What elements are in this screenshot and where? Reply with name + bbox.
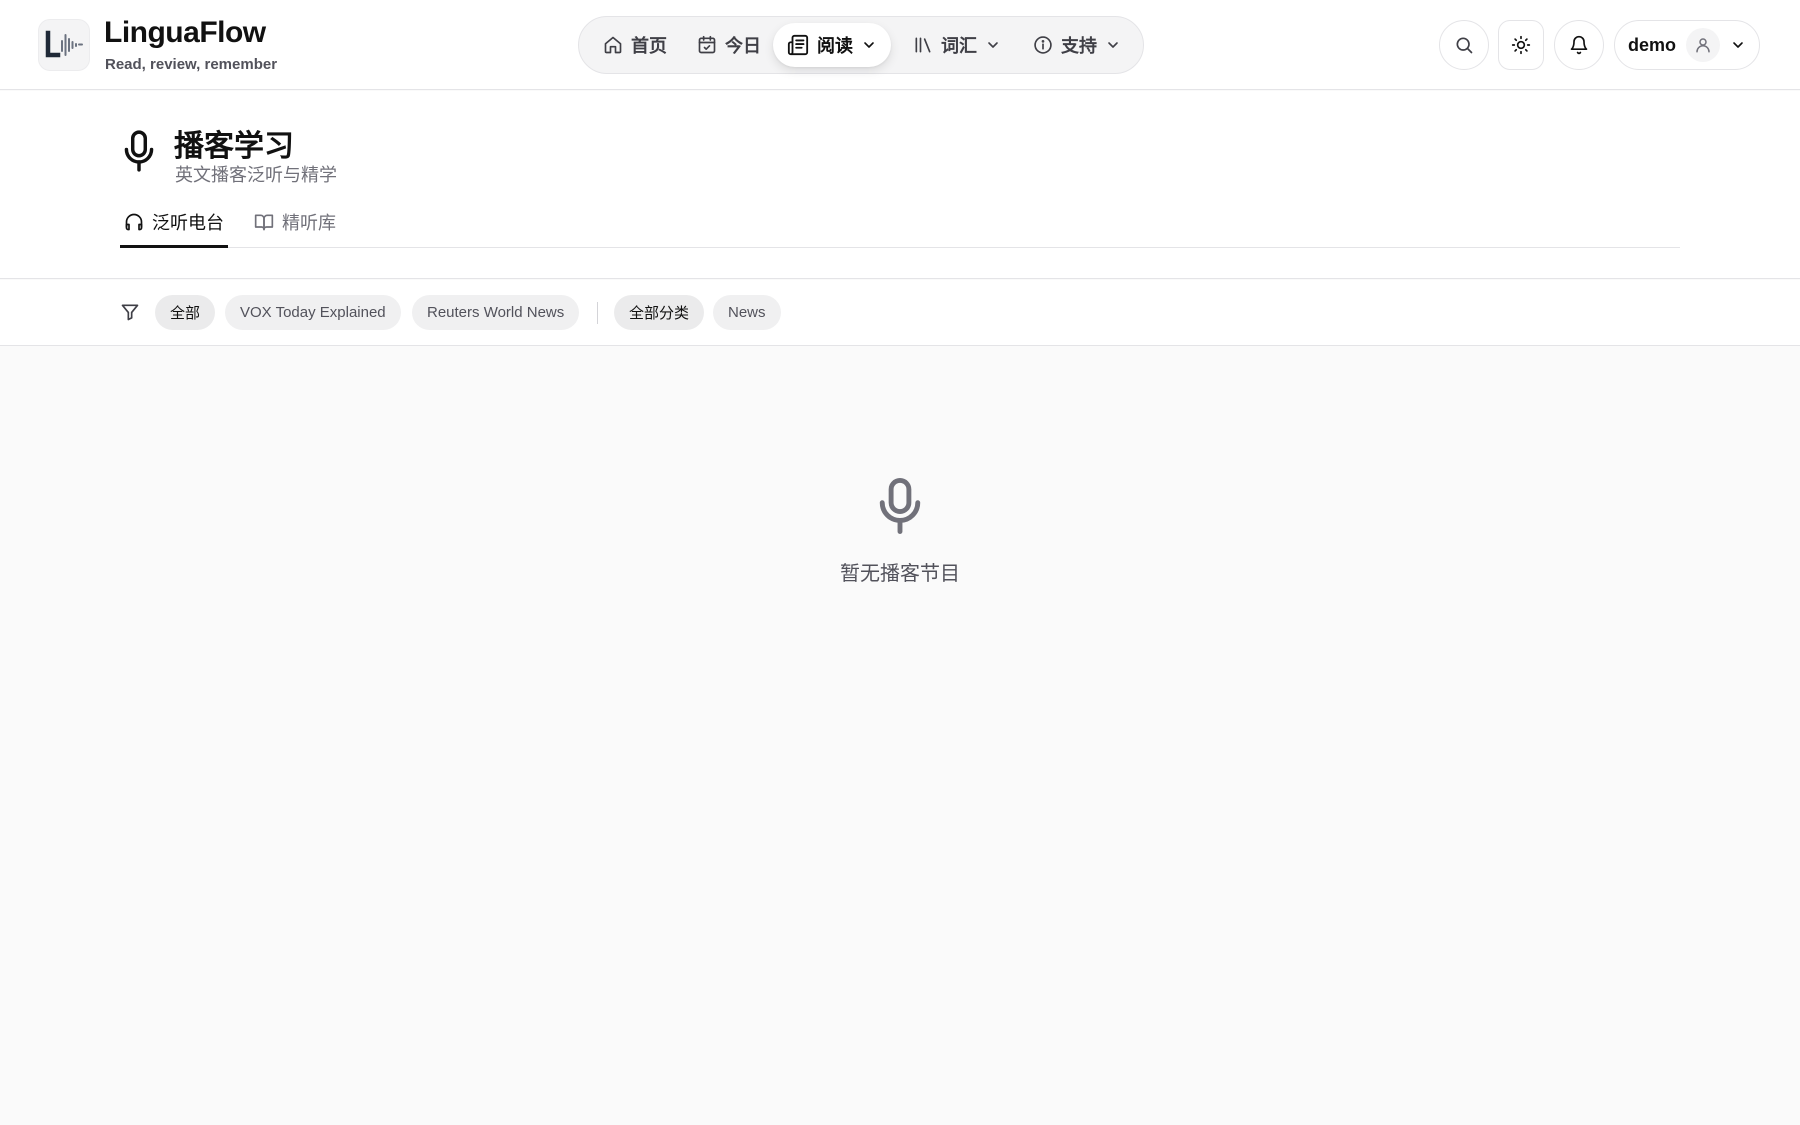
filter-bar: 全部 VOX Today Explained Reuters World New… — [0, 280, 1800, 346]
page-header: 播客学习 英文播客泛听与精学 泛听电台 精听库 — [0, 91, 1800, 279]
filter-divider — [597, 302, 598, 324]
tab-extensive-listening[interactable]: 泛听电台 — [120, 205, 228, 248]
chevron-down-icon — [1733, 42, 1743, 48]
tab-label: 泛听电台 — [152, 213, 224, 233]
main-nav: 首页 今日 阅读 词汇 支持 — [578, 16, 1144, 74]
theme-toggle-button[interactable] — [1498, 20, 1544, 70]
search-button[interactable] — [1439, 20, 1489, 70]
nav-item-label: 今日 — [725, 36, 761, 56]
app-tagline: Read, review, remember — [105, 56, 278, 73]
nav-item-label: 首页 — [631, 36, 667, 56]
search-icon — [1456, 37, 1473, 54]
category-chip-all[interactable]: 全部分类 — [614, 295, 705, 330]
info-icon — [1034, 36, 1052, 54]
chevron-down-icon — [1108, 42, 1118, 48]
nav-item-today[interactable]: 今日 — [683, 23, 775, 67]
nav-item-reading[interactable]: 阅读 — [773, 23, 891, 67]
tab-intensive-listening[interactable]: 精听库 — [250, 205, 340, 248]
tab-bar: 泛听电台 精听库 — [120, 205, 1680, 248]
microphone-icon — [124, 130, 154, 172]
nav-item-label: 支持 — [1061, 36, 1097, 56]
nav-item-label: 阅读 — [817, 36, 853, 56]
tab-label: 精听库 — [282, 213, 336, 233]
page-subtitle: 英文播客泛听与精学 — [175, 165, 337, 185]
microphone-icon — [879, 478, 921, 534]
avatar — [1686, 28, 1721, 62]
filter-icon — [121, 304, 139, 321]
app-name[interactable]: LinguaFlow — [104, 16, 266, 50]
chevron-down-icon — [988, 42, 998, 48]
library-icon — [915, 37, 931, 53]
nav-item-vocabulary[interactable]: 词汇 — [899, 23, 1015, 67]
logo-waveform-icon — [45, 30, 83, 58]
headphones-icon — [125, 213, 143, 231]
nav-item-support[interactable]: 支持 — [1019, 23, 1135, 67]
sun-icon — [1511, 35, 1531, 55]
user-name: demo — [1628, 34, 1677, 55]
newspaper-icon — [787, 34, 809, 56]
nav-item-label: 词汇 — [941, 36, 977, 56]
empty-state-message: 暂无播客节目 — [840, 563, 960, 585]
chevron-down-icon — [864, 42, 874, 48]
book-open-icon — [254, 214, 274, 231]
notifications-button[interactable] — [1554, 20, 1604, 70]
nav-item-home[interactable]: 首页 — [589, 23, 681, 67]
bell-icon — [1570, 35, 1588, 55]
user-icon — [1696, 38, 1710, 53]
calendar-check-icon — [698, 35, 716, 54]
top-navigation-bar: LinguaFlow Read, review, remember 首页 今日 … — [0, 0, 1800, 90]
user-menu-button[interactable]: demo — [1614, 20, 1760, 70]
source-chip-all[interactable]: 全部 — [155, 295, 216, 330]
category-chip-news[interactable]: News — [713, 295, 781, 330]
source-chip-reuters[interactable]: Reuters World News — [412, 295, 580, 330]
home-icon — [604, 36, 622, 54]
page-title: 播客学习 — [174, 130, 294, 163]
source-chip-vox[interactable]: VOX Today Explained — [225, 295, 401, 330]
app-logo[interactable] — [38, 19, 90, 71]
